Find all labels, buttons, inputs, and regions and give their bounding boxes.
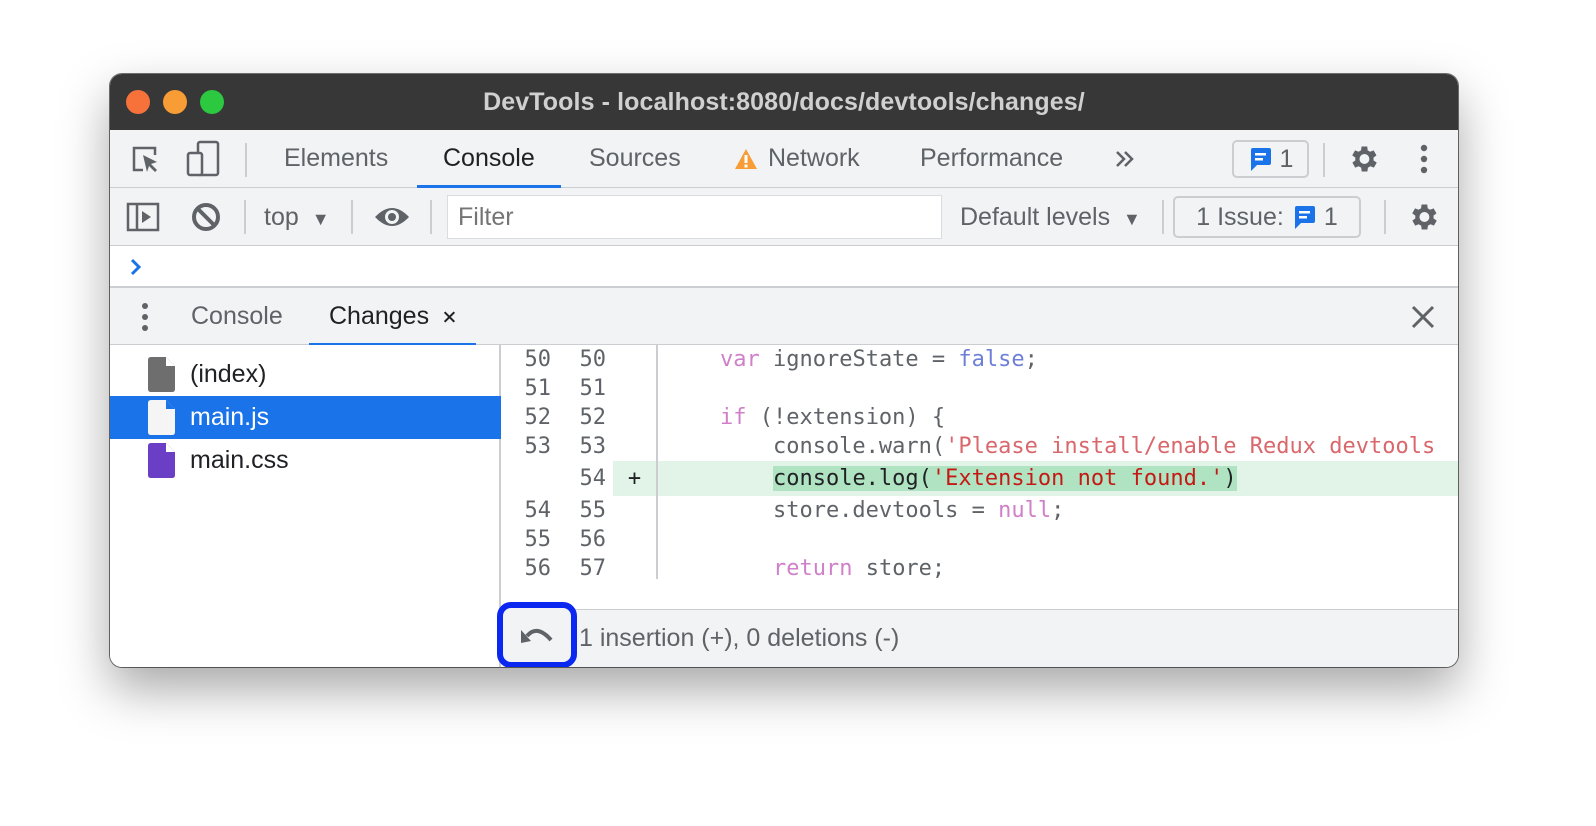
context-selector[interactable]: top ▼ — [264, 203, 330, 232]
inspect-element-button[interactable] — [128, 142, 164, 176]
clear-console-button[interactable] — [188, 200, 224, 234]
message-icon — [1294, 206, 1315, 229]
console-settings-button[interactable] — [1404, 198, 1442, 236]
dropdown-arrow-icon: ▼ — [1123, 209, 1141, 229]
warning-icon — [735, 148, 757, 169]
revert-all-changes-button[interactable] — [497, 602, 577, 667]
diff-line-added: 54 + console.log('Extension not found.') — [503, 461, 1458, 496]
file-item-main-css[interactable]: main.css — [110, 439, 501, 482]
code-text: store.devtools = null; — [667, 498, 1065, 523]
drawer-menu-button[interactable] — [134, 300, 156, 334]
diff-line: 54 55 store.devtools = null; — [524, 498, 1065, 523]
title-bar: DevTools - localhost:8080/docs/devtools/… — [110, 74, 1458, 130]
main-tab-bar: Elements Console Sources Network Perform… — [110, 130, 1458, 188]
divider — [244, 200, 246, 234]
diff-line: 50 50 var ignoreState = false; — [524, 347, 1038, 372]
gear-icon — [1352, 146, 1377, 172]
code-text: console.log('Extension not found.') — [772, 466, 1237, 491]
inspect-cursor-icon — [132, 146, 157, 172]
divider — [351, 200, 353, 234]
file-icon — [148, 443, 175, 478]
console-prompt[interactable] — [110, 246, 1458, 288]
dropdown-arrow-icon: ▼ — [311, 209, 330, 229]
close-icon — [1411, 305, 1435, 329]
tab-sources[interactable]: Sources — [563, 130, 707, 187]
tab-elements[interactable]: Elements — [258, 130, 414, 187]
diff-line: 52 52 if (!extension) { — [524, 405, 946, 430]
diff-line: 53 53 console.warn('Please install/enabl… — [524, 434, 1436, 459]
divider — [1323, 143, 1325, 177]
changes-summary: 1 insertion (+), 0 deletions (-) — [579, 624, 900, 652]
window-controls — [126, 90, 224, 114]
insertion-marker: + — [613, 461, 656, 496]
changes-footer: 1 insertion (+), 0 deletions (-) — [497, 602, 1458, 667]
drawer-tab-changes[interactable]: Changes — [309, 288, 476, 346]
file-icon — [148, 357, 175, 392]
file-item-index[interactable]: (index) — [110, 353, 501, 396]
code-text: console.warn('Please install/enable Redu… — [667, 434, 1436, 459]
diff-line: 56 57 return store; — [524, 556, 946, 581]
console-toolbar: top ▼ Default levels ▼ 1 Issue: 1 — [110, 188, 1458, 246]
changed-files-list: (index) main.js main.css — [110, 345, 501, 667]
diff-line: 51 51 — [524, 376, 607, 401]
more-tabs-button[interactable] — [1110, 142, 1140, 176]
kebab-menu-icon — [142, 303, 148, 331]
diff-view: 50 50 var ignoreState = false; 51 51 52 … — [503, 345, 1458, 609]
undo-icon — [521, 628, 553, 643]
drawer-tab-console[interactable]: Console — [171, 288, 303, 345]
drawer-tab-bar: Console Changes — [110, 288, 1458, 346]
more-options-button[interactable] — [1410, 140, 1438, 178]
show-sidebar-button[interactable] — [124, 200, 162, 234]
divider — [1162, 200, 1164, 234]
device-toolbar-button[interactable] — [184, 140, 222, 178]
diff-line: 55 56 — [524, 527, 607, 552]
file-icon — [148, 400, 175, 435]
close-tab-icon[interactable] — [443, 309, 456, 325]
close-drawer-button[interactable] — [1408, 302, 1438, 332]
tab-performance[interactable]: Performance — [894, 130, 1089, 187]
divider — [430, 200, 432, 234]
settings-button[interactable] — [1344, 140, 1382, 178]
filter-input[interactable] — [447, 195, 942, 239]
issues-badge-button[interactable]: 1 — [1232, 140, 1309, 178]
code-text: return store; — [772, 556, 946, 581]
maximize-window-button[interactable] — [200, 90, 224, 114]
divider — [1384, 200, 1386, 234]
sidebar-toggle-icon — [126, 202, 160, 232]
divider — [245, 143, 247, 177]
close-window-button[interactable] — [126, 90, 150, 114]
code-text: var ignoreState = false; — [719, 347, 1038, 372]
devtools-window: DevTools - localhost:8080/docs/devtools/… — [110, 74, 1458, 667]
issues-button[interactable]: 1 Issue: 1 — [1173, 196, 1361, 238]
minimize-window-button[interactable] — [163, 90, 187, 114]
file-item-main-js[interactable]: main.js — [110, 396, 501, 439]
gear-icon — [1412, 204, 1437, 230]
prompt-chevron-icon — [130, 258, 142, 276]
tab-network[interactable]: Network — [708, 130, 886, 187]
chevron-double-right-icon — [1116, 151, 1134, 167]
tab-console[interactable]: Console — [417, 130, 561, 188]
kebab-menu-icon — [1420, 144, 1428, 174]
block-icon — [192, 203, 220, 231]
message-icon — [1250, 148, 1271, 171]
window-title: DevTools - localhost:8080/docs/devtools/… — [483, 87, 1085, 116]
device-icon — [186, 140, 220, 177]
live-expression-button[interactable] — [372, 200, 412, 234]
log-levels-dropdown[interactable]: Default levels ▼ — [960, 203, 1141, 232]
code-text: if (!extension) { — [719, 405, 946, 430]
eye-icon — [375, 208, 409, 226]
